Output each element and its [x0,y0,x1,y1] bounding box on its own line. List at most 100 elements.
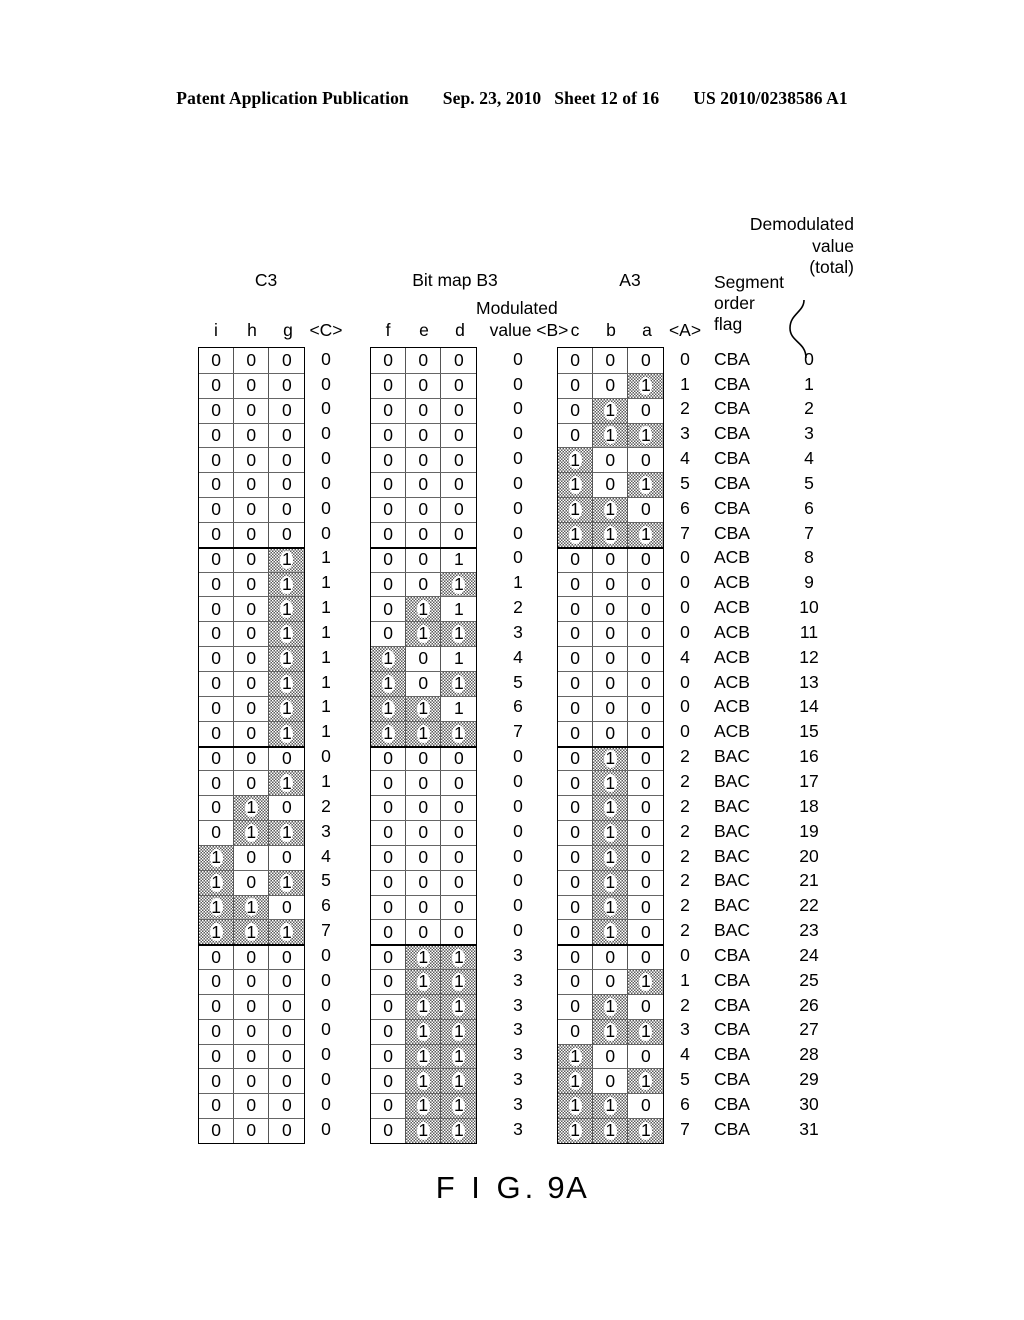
bit-cell: 0 [441,821,477,845]
bit-value: 1 [416,1070,430,1091]
b-value-cell: 0 [513,448,523,469]
bit-value: 1 [603,797,617,818]
a-value-cell: 2 [680,895,690,916]
bit-value: 1 [603,399,617,420]
a3-group-label: A3 [619,270,641,290]
bit-cell: 0 [558,373,594,398]
bit-value: 1 [568,524,582,545]
a-value-cell: 2 [680,994,690,1015]
c-value-cell: 0 [321,1044,331,1065]
table-row: 011 [371,944,477,970]
col-header-g: g [283,320,293,340]
b-value-column: 0 0 0 0 0 0 0 0 0 1 2 3 4 5 6 7 0 0 0 0 0 0 0 0 3 3 3 3 3 3 3 3 [498,347,538,1142]
bit-cell: 0 [628,1044,664,1069]
bit-value: 1 [568,1120,582,1141]
bit-cell-shaded: 1 [593,920,629,945]
segment-order-flag-cell: ACB [714,696,750,717]
b-value-cell: 0 [513,472,523,493]
bit-cell-shaded: 1 [269,821,305,845]
bit-cell: 0 [234,498,270,522]
bit-cell: 0 [593,1044,629,1069]
b-value-cell: 3 [513,994,523,1015]
segment-order-flag-cell: BAC [714,870,750,891]
bit-cell: 0 [269,498,305,522]
bit-cell-shaded: 1 [269,548,305,572]
bit-value: 1 [603,921,617,942]
bit-cell: 0 [558,771,594,796]
a3-bit-grid: 0000010100111001011101110000000000000000… [557,347,665,1144]
c-value-cell: 0 [321,348,331,369]
bit-cell: 0 [628,572,664,597]
bit-value: 1 [280,722,294,743]
table-row: 000 [371,397,477,423]
bit-cell-shaded: 1 [269,671,305,696]
bit-cell: 0 [441,398,477,423]
bit-cell: 0 [441,747,477,771]
b-value-cell: 0 [513,920,523,941]
table-row: 000 [199,1068,305,1094]
b-value-cell: 3 [513,944,523,965]
demodulated-total-cell: 18 [799,795,819,816]
bit-value: 1 [280,673,294,694]
table-row: 010 [558,795,664,821]
bit-cell: 0 [441,498,477,522]
bit-value: 1 [603,1095,617,1116]
table-row: 000 [558,348,664,373]
c-value-cell: 1 [321,572,331,593]
table-row: 000 [371,372,477,398]
table-row: 111 [199,919,305,945]
table-row: 000 [199,969,305,994]
bit-cell: 0 [593,572,629,597]
bit-cell: 0 [199,373,235,398]
a-value-cell: 0 [680,597,690,618]
demodulated-total-cell: 20 [799,845,819,866]
bit-cell: 0 [234,348,270,373]
demodulated-total-cell: 19 [799,820,819,841]
bit-cell: 0 [199,721,235,746]
bit-cell: 0 [628,895,664,920]
a-value-cell: 0 [680,696,690,717]
bit-cell: 0 [558,870,594,895]
table-row: 111 [558,1118,664,1143]
bit-cell: 0 [269,1119,305,1143]
table-row: 010 [558,993,664,1019]
segment-order-flag-cell: BAC [714,795,750,816]
bit-cell-shaded: 1 [371,647,407,671]
bit-cell: 0 [269,522,305,547]
bit-cell: 0 [593,1069,629,1094]
bit-cell: 0 [371,1094,407,1119]
bit-value: 1 [209,896,223,917]
c-value-cell: 0 [321,522,331,543]
segment-order-flag-cell: CBA [714,1093,750,1114]
bit-cell: 0 [234,1019,270,1044]
bit-cell-shaded: 1 [558,1044,594,1069]
table-row: 000 [199,447,305,473]
bit-cell-shaded: 1 [628,423,664,448]
bit-value: 1 [452,1095,466,1116]
demodulated-total-cell: 25 [799,969,819,990]
a-value-cell: 0 [680,348,690,369]
bit-cell: 1 [441,548,477,572]
bit-cell-shaded: 1 [406,1119,442,1143]
segment-order-flag-cell: ACB [714,621,750,642]
bit-value: 1 [603,847,617,868]
bit-value: 1 [280,921,294,942]
bit-value: 1 [603,996,617,1017]
a-value-cell: 5 [680,1069,690,1090]
bit-value: 1 [209,871,223,892]
bit-cell: 0 [558,920,594,945]
bit-cell-shaded: 1 [269,597,305,622]
table-row: 111 [558,521,664,547]
table-row: 001 [199,695,305,721]
bit-cell: 0 [199,423,235,448]
table-row: 011 [371,1043,477,1069]
bit-cell: 0 [371,771,407,796]
bit-value: 1 [568,1070,582,1091]
bit-value: 1 [639,1070,653,1091]
bit-cell: 0 [269,845,305,870]
bit-cell: 0 [199,671,235,696]
table-row: 000 [558,596,664,622]
c-value-cell: 0 [321,472,331,493]
bit-cell: 0 [269,348,305,373]
bit-cell: 0 [558,671,594,696]
